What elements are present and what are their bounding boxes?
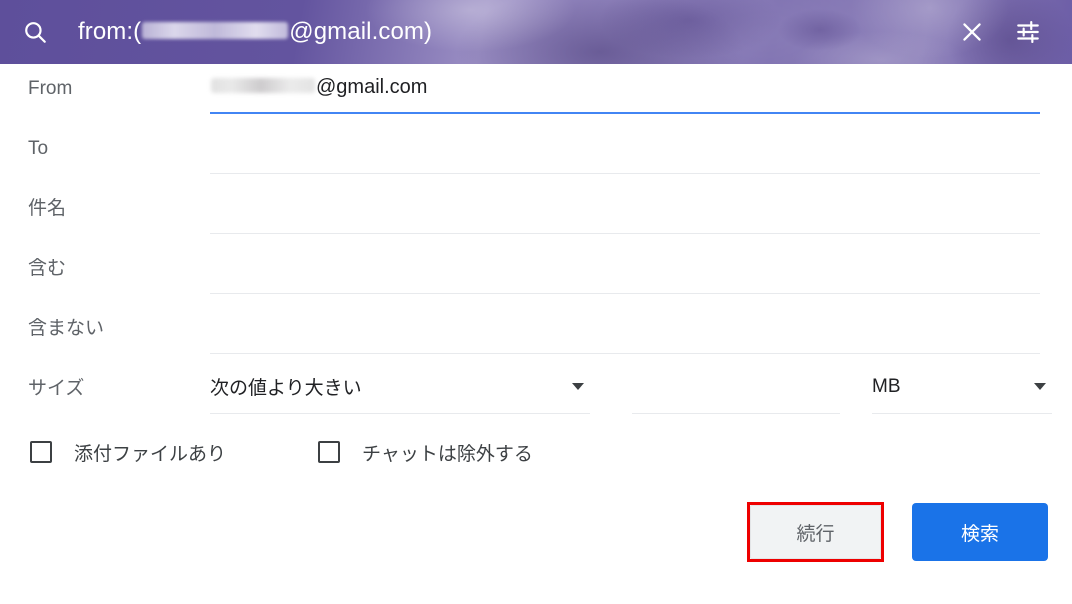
size-comparator-value: 次の値より大きい xyxy=(210,378,362,399)
search-bar: from:( @gmail.com) xyxy=(0,0,1072,64)
checkbox-label-has-attachment: 添付ファイルあり xyxy=(74,443,227,465)
search-bar-actions xyxy=(948,0,1072,64)
checkbox-box-icon[interactable] xyxy=(30,441,52,463)
chevron-down-icon xyxy=(1034,383,1046,390)
field-row-excludes: 含まない xyxy=(0,304,1072,364)
from-input[interactable]: @gmail.com xyxy=(210,64,1040,114)
field-label-excludes: 含まない xyxy=(28,318,105,339)
checkbox-exclude-chats[interactable]: チャットは除外する xyxy=(318,439,533,466)
advanced-search-panel: From @gmail.com To 件名 含む 含まない サイズ 次の値より大… xyxy=(0,64,1072,604)
close-icon[interactable] xyxy=(948,8,996,56)
includes-input[interactable] xyxy=(210,244,1040,294)
field-row-size: サイズ 次の値より大きい MB xyxy=(0,364,1072,424)
field-row-includes: 含む xyxy=(0,244,1072,304)
from-domain-text: @gmail.com xyxy=(316,75,428,98)
size-unit-value: MB xyxy=(872,375,901,397)
field-row-from: From @gmail.com xyxy=(0,64,1072,124)
from-input-value: @gmail.com xyxy=(210,76,427,99)
chevron-down-icon xyxy=(572,383,584,390)
checkbox-row: 添付ファイルあり チャットは除外する xyxy=(0,424,1072,480)
checkbox-label-exclude-chats: チャットは除外する xyxy=(362,443,533,465)
from-redacted-username xyxy=(211,77,315,93)
tune-icon[interactable] xyxy=(1004,8,1052,56)
size-unit-select[interactable]: MB xyxy=(872,364,1052,414)
checkbox-box-icon[interactable] xyxy=(318,441,341,463)
annotation-highlight-box: 続行 xyxy=(747,502,884,562)
field-row-subject: 件名 xyxy=(0,184,1072,244)
field-label-subject: 件名 xyxy=(28,198,67,219)
search-query-suffix: @gmail.com) xyxy=(289,18,433,45)
search-button[interactable]: 検索 xyxy=(912,503,1048,561)
search-icon[interactable] xyxy=(22,19,48,45)
to-input[interactable] xyxy=(210,124,1040,174)
continue-button[interactable]: 続行 xyxy=(750,505,881,559)
search-query-redacted-username xyxy=(142,22,289,39)
field-label-includes: 含む xyxy=(28,258,67,279)
search-query-prefix: from:( xyxy=(78,18,142,45)
field-label-to: To xyxy=(28,138,49,159)
size-comparator-select[interactable]: 次の値より大きい xyxy=(210,364,590,414)
field-label-from: From xyxy=(28,78,73,99)
size-amount-input[interactable] xyxy=(632,364,840,414)
button-row: 続行 検索 xyxy=(0,502,1072,562)
field-label-size: サイズ xyxy=(28,378,85,399)
checkbox-has-attachment[interactable]: 添付ファイルあり xyxy=(30,439,226,466)
subject-input[interactable] xyxy=(210,184,1040,234)
field-row-to: To xyxy=(0,124,1072,184)
excludes-input[interactable] xyxy=(210,304,1040,354)
search-query[interactable]: from:( @gmail.com) xyxy=(78,18,432,46)
